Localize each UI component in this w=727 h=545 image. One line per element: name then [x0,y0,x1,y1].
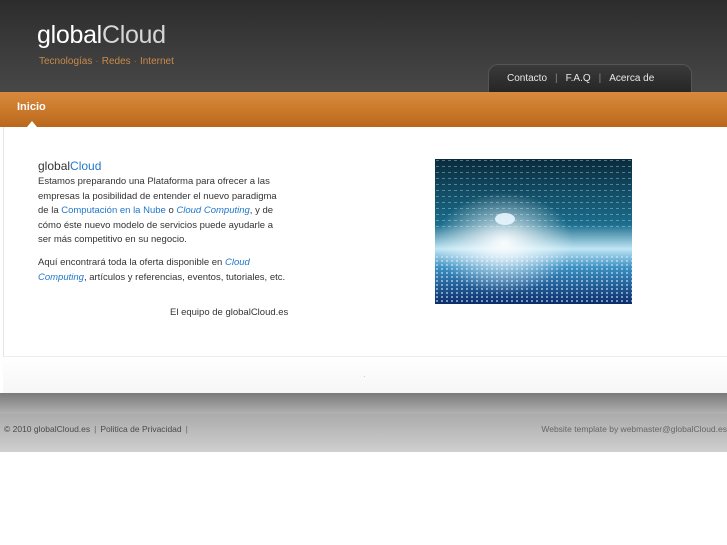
privacy-policy-link[interactable]: Politica de Privacidad [100,424,181,434]
tagline-item-redes: Redes [101,56,131,67]
intro-text: Aquí encontrará toda la oferta disponibl… [38,257,225,268]
tagline: Tecnologías · Redes · Internet [39,56,174,67]
tagline-item-tecnologias: Tecnologías [39,56,93,67]
topnav-acerca-link[interactable]: Acerca de [609,73,654,84]
topnav-separator: | [598,73,602,84]
intro-text: o [165,205,177,216]
page: globalCloud Tecnologías · Redes · Internet C… [0,0,727,545]
tagline-item-internet: Internet [139,56,174,67]
logo-part2: Cloud [101,21,166,49]
cloud-hero-image [435,159,632,304]
intro-title: globalCloud [38,159,101,173]
decorative-dot: · [363,372,366,381]
topnav-separator: | [555,73,558,84]
footer-credit: Website template by webmaster@globalClou… [541,424,727,434]
main-navbar: Inicio [0,92,727,127]
intro-title-part2: Cloud [70,159,102,173]
intro-text: , artículos y referencias, eventos, tuto… [83,271,286,283]
footer-shadow [0,393,727,414]
topnav-contacto-link[interactable]: Contacto [507,73,547,84]
topnav-faq-link[interactable]: F.A.Q [566,73,591,84]
intro-paragraph-2: Aquí encontrará toda la oferta disponibl… [38,256,288,285]
intro-paragraph-1: Estamos preparando una Plataforma para o… [38,175,288,248]
computacion-nube-link[interactable]: Computación en la Nube [61,205,166,216]
site-logo[interactable]: globalCloud [37,21,166,50]
signature: El equipo de globalCloud.es [170,307,289,318]
footer-left: © 2010 globalCloud.es | Politica de Privac… [4,424,188,434]
intro-title-part1: global [38,159,71,173]
copyright-text: © 2010 globalCloud.es [4,424,91,434]
nav-item-inicio[interactable]: Inicio [17,101,46,113]
cloud-computing-link[interactable]: Cloud Computing [176,205,249,216]
logo-part1: global [37,21,102,49]
header: globalCloud Tecnologías · Redes · Internet C… [0,0,727,92]
top-navigation: Contacto | F.A.Q | Acerca de [488,64,692,92]
